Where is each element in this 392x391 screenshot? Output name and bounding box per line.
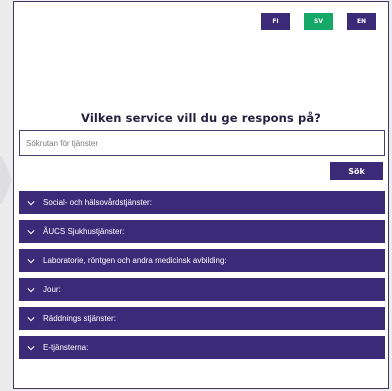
- accordion-item-label: Laboratorie, röntgen och andra medicinsk…: [43, 256, 227, 265]
- accordion-item-label: ÅUCS Sjukhustjänster:: [43, 227, 125, 236]
- chevron-down-icon: [27, 316, 35, 321]
- page-title: Vilken service vill du ge respons på?: [81, 111, 321, 125]
- service-accordion: Social- och hälsovårdstjänster: ÅUCS Sju…: [19, 191, 385, 365]
- chevron-down-icon: [27, 229, 35, 234]
- accordion-item-label: Social- och hälsovårdstjänster:: [43, 198, 152, 207]
- chevron-down-icon: [27, 258, 35, 263]
- language-fi-button[interactable]: FI: [261, 13, 290, 30]
- search-button[interactable]: Sök: [330, 162, 383, 180]
- decorative-chevron: [0, 156, 12, 204]
- chevron-down-icon: [27, 287, 35, 292]
- chevron-down-icon: [27, 200, 35, 205]
- language-en-button[interactable]: EN: [347, 13, 376, 30]
- accordion-item-rescue-services[interactable]: Räddnings stjänster:: [19, 307, 385, 330]
- accordion-item-label: E-tjänsterna:: [43, 343, 89, 352]
- language-sv-button[interactable]: SV: [304, 13, 333, 30]
- accordion-item-emergency[interactable]: Jour:: [19, 278, 385, 301]
- accordion-item-laboratory-imaging[interactable]: Laboratorie, röntgen och andra medicinsk…: [19, 249, 385, 272]
- language-switcher: FI SV EN: [261, 13, 376, 30]
- service-search-input[interactable]: [19, 130, 385, 156]
- accordion-item-social-health[interactable]: Social- och hälsovårdstjänster:: [19, 191, 385, 214]
- chevron-down-icon: [27, 345, 35, 350]
- accordion-item-e-services[interactable]: E-tjänsterna:: [19, 336, 385, 359]
- accordion-item-label: Räddnings stjänster:: [43, 314, 116, 323]
- accordion-item-aucs-hospital[interactable]: ÅUCS Sjukhustjänster:: [19, 220, 385, 243]
- feedback-panel: FI SV EN Vilken service vill du ge respo…: [13, 1, 389, 389]
- accordion-item-label: Jour:: [43, 285, 61, 294]
